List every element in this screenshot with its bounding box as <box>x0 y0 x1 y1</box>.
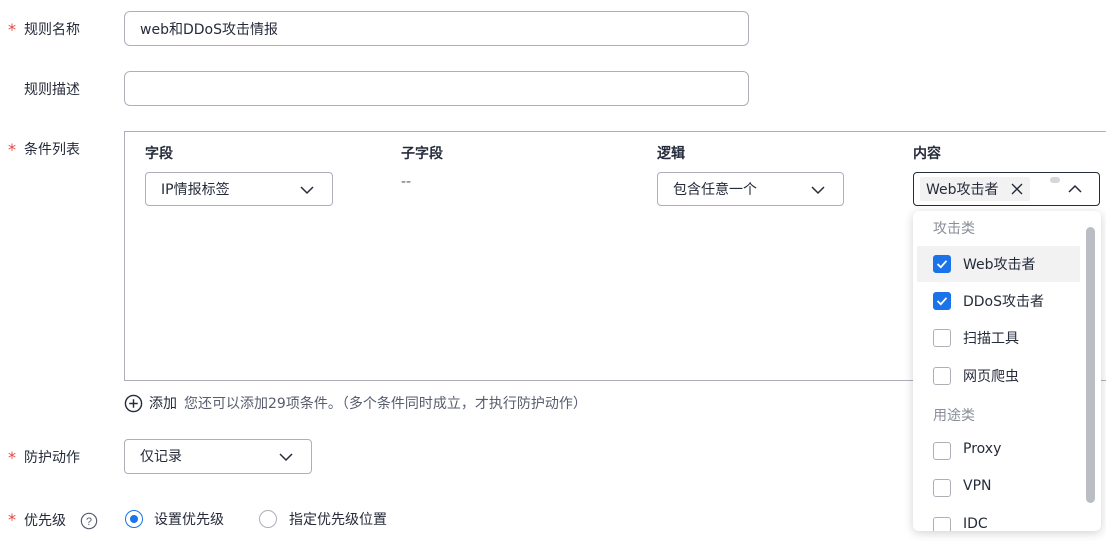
field-select[interactable]: IP情报标签 <box>145 172 333 206</box>
required-mark: * <box>8 448 16 467</box>
rule-name-label: 规则名称 <box>24 22 80 38</box>
checkbox[interactable] <box>933 517 951 531</box>
add-condition-button[interactable]: 添加 <box>149 393 177 413</box>
rule-name-value: web和DDoS攻击情报 <box>140 22 278 38</box>
add-condition-hint: 您还可以添加29项条件。（多个条件同时成立，才执行防护动作） <box>184 396 587 412</box>
priority-radio-set[interactable] <box>125 510 143 528</box>
required-mark: * <box>8 140 16 159</box>
option-proxy[interactable]: Proxy <box>917 433 1080 469</box>
option-scanner[interactable]: 扫描工具 <box>917 320 1080 356</box>
content-dropdown: 攻击类 Web攻击者 DDoS攻击者 扫描工具 网页爬虫 用途类 Proxy V… <box>913 211 1101 531</box>
option-label: DDoS攻击者 <box>963 294 1045 310</box>
priority-label: 优先级 <box>24 513 66 529</box>
checkbox[interactable] <box>933 479 951 497</box>
logic-select[interactable]: 包含任意一个 <box>657 172 844 206</box>
option-label: IDC <box>963 516 988 531</box>
header-content: 内容 <box>913 146 941 162</box>
action-select-value: 仅记录 <box>140 449 182 465</box>
plus-circle-icon[interactable] <box>124 394 143 413</box>
option-label: 扫描工具 <box>963 331 1019 347</box>
group-title: 用途类 <box>933 408 975 424</box>
checkbox[interactable] <box>933 329 951 347</box>
header-field: 字段 <box>145 146 173 162</box>
option-label: VPN <box>963 478 992 494</box>
priority-option-position-label[interactable]: 指定优先级位置 <box>289 509 387 529</box>
chevron-down-icon <box>300 186 314 195</box>
priority-option-set-label[interactable]: 设置优先级 <box>154 509 224 529</box>
rule-desc-input[interactable] <box>124 71 749 106</box>
subfield-value: -- <box>401 174 412 190</box>
checkbox[interactable] <box>933 255 951 273</box>
content-tag-label: Web攻击者 <box>926 182 999 198</box>
content-tag: Web攻击者 <box>920 177 1030 201</box>
field-select-value: IP情报标签 <box>161 182 230 198</box>
rule-name-input[interactable]: web和DDoS攻击情报 <box>124 11 749 46</box>
option-idc[interactable]: IDC <box>917 508 1080 531</box>
svg-text:?: ? <box>86 516 92 528</box>
group-title: 攻击类 <box>933 221 975 237</box>
required-mark: * <box>8 510 16 529</box>
chevron-down-icon <box>811 186 825 195</box>
option-crawler[interactable]: 网页爬虫 <box>917 358 1080 394</box>
required-mark: * <box>8 20 16 39</box>
logic-select-value: 包含任意一个 <box>673 182 757 198</box>
action-select[interactable]: 仅记录 <box>124 439 312 474</box>
option-web-attacker[interactable]: Web攻击者 <box>917 246 1080 282</box>
option-label: Web攻击者 <box>963 257 1036 273</box>
chevron-down-icon <box>279 453 293 462</box>
question-circle-icon[interactable]: ? <box>80 512 98 530</box>
tag-overflow-indicator <box>1050 177 1060 183</box>
option-vpn[interactable]: VPN <box>917 470 1080 506</box>
chevron-up-icon[interactable] <box>1067 181 1083 197</box>
checkbox[interactable] <box>933 292 951 310</box>
close-icon[interactable] <box>1009 181 1025 197</box>
option-ddos-attacker[interactable]: DDoS攻击者 <box>917 283 1080 319</box>
priority-radio-position[interactable] <box>259 510 277 528</box>
rule-desc-label: 规则描述 <box>24 82 80 98</box>
action-label: 防护动作 <box>24 450 80 466</box>
header-logic: 逻辑 <box>657 146 685 162</box>
option-label: Proxy <box>963 441 1002 457</box>
dropdown-scrollbar[interactable] <box>1086 227 1095 503</box>
checkbox[interactable] <box>933 442 951 460</box>
checkbox[interactable] <box>933 367 951 385</box>
header-subfield: 子字段 <box>401 146 443 162</box>
conditions-label: 条件列表 <box>24 142 80 158</box>
option-label: 网页爬虫 <box>963 369 1019 385</box>
